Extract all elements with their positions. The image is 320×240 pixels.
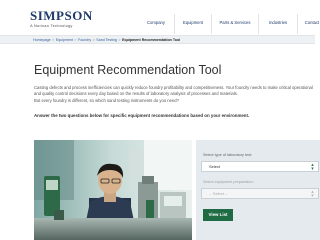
nav-contact[interactable]: Contact — [297, 14, 320, 34]
logo-tagline: A Norican Technology — [30, 23, 73, 28]
recommendation-form: Select type of laboratory test: Select ▴… — [196, 140, 320, 240]
equipment-prep-select[interactable]: -- Select -- ▴ ▾ — [201, 188, 319, 199]
question-prompt: Answer the two questions below for speci… — [34, 113, 250, 118]
breadcrumb-sand-testing[interactable]: Sand Testing — [96, 38, 117, 42]
nav-company[interactable]: Company — [138, 14, 174, 34]
up-down-chevron-icon: ▴ ▾ — [311, 188, 314, 199]
intro-text: Casting defects and process inefficienci… — [34, 85, 319, 104]
logo-wordmark: SIMPSON — [30, 8, 93, 23]
site-header: SIMPSON A Norican Technology Company Equ… — [0, 0, 319, 34]
lab-technician-photo — [34, 140, 192, 240]
view-list-button[interactable]: View List — [203, 209, 233, 221]
lab-test-select[interactable]: Select ▴ ▾ — [201, 161, 319, 172]
intro-line: But every foundry is different, so which… — [34, 97, 179, 103]
lab-test-label: Select type of laboratory test: — [203, 153, 253, 157]
breadcrumb: Homepage > Equipment > Foundry > Sand Testing >… — [0, 35, 315, 44]
breadcrumb-separator: > — [52, 38, 55, 42]
main-nav: Company Equipment Parts & Services Indus… — [138, 14, 320, 34]
breadcrumb-equipment[interactable]: Equipment — [56, 38, 73, 42]
breadcrumb-separator: > — [118, 38, 121, 42]
equipment-prep-label: Select equipment preparation: — [203, 180, 254, 184]
equipment-prep-select-value: -- Select -- — [209, 191, 228, 196]
breadcrumb-separator: > — [92, 38, 95, 42]
page-title: Equipment Recommendation Tool — [34, 63, 222, 77]
up-down-chevron-icon: ▴ ▾ — [311, 161, 314, 172]
breadcrumb-foundry[interactable]: Foundry — [78, 38, 91, 42]
breadcrumb-separator: > — [74, 38, 77, 42]
page: SIMPSON A Norican Technology Company Equ… — [0, 0, 320, 240]
simpson-logo[interactable]: SIMPSON A Norican Technology — [30, 8, 93, 28]
lab-test-select-value: Select — [209, 164, 221, 169]
nav-equipment[interactable]: Equipment — [174, 14, 211, 34]
nav-parts-services[interactable]: Parts & Services — [211, 14, 258, 34]
nav-industries[interactable]: Industries — [258, 14, 297, 34]
breadcrumb-current: Equipment Recommendation Tool — [122, 38, 181, 42]
breadcrumb-homepage[interactable]: Homepage — [33, 38, 51, 42]
